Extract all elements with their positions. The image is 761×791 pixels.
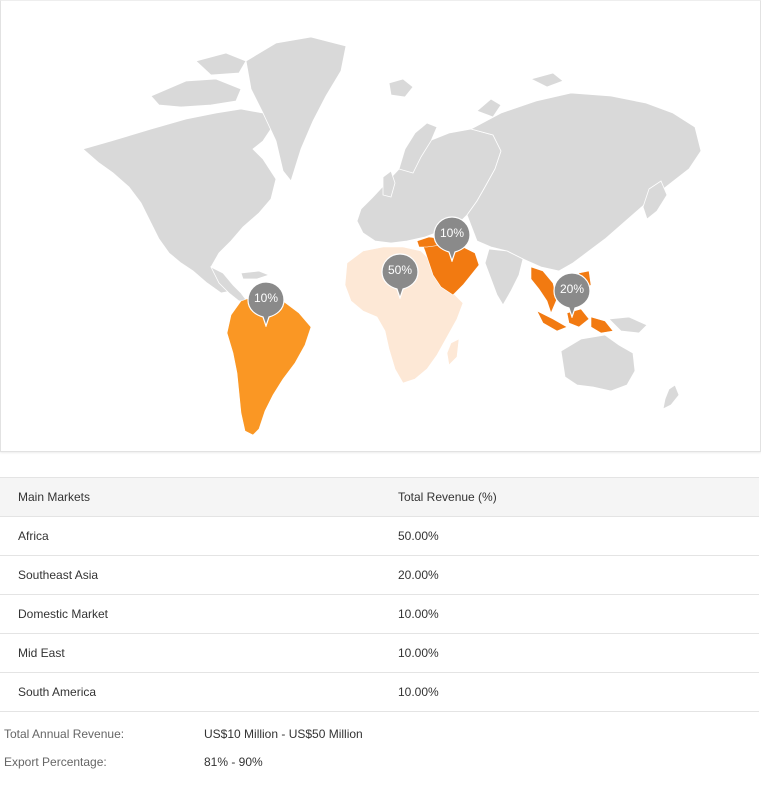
table-row: Domestic Market 10.00% bbox=[0, 594, 759, 634]
pin-label: 20% bbox=[559, 282, 585, 296]
table-row: South America 10.00% bbox=[0, 672, 759, 712]
table-row: Africa 50.00% bbox=[0, 516, 759, 556]
table-row: Southeast Asia 20.00% bbox=[0, 555, 759, 595]
column-header-total-revenue: Total Revenue (%) bbox=[380, 477, 759, 517]
export-percentage-value: 81% - 90% bbox=[204, 755, 263, 769]
revenue-cell: 50.00% bbox=[380, 516, 759, 556]
map-india bbox=[484, 248, 524, 306]
annual-revenue-value: US$10 Million - US$50 Million bbox=[204, 727, 363, 741]
revenue-cell: 20.00% bbox=[380, 555, 759, 595]
map-new-guinea bbox=[608, 316, 648, 334]
annual-revenue-label: Total Annual Revenue: bbox=[4, 727, 125, 741]
map-pin-south-america[interactable]: 10% bbox=[247, 281, 285, 327]
markets-table: Main Markets Total Revenue (%) Africa 50… bbox=[0, 477, 759, 712]
market-name-cell: Mid East bbox=[0, 633, 380, 673]
map-iceland bbox=[388, 78, 414, 98]
world-map bbox=[82, 36, 702, 436]
export-percentage-label: Export Percentage: bbox=[4, 755, 107, 769]
map-north-america bbox=[82, 108, 277, 294]
table-row: Mid East 10.00% bbox=[0, 633, 759, 673]
pin-label: 50% bbox=[387, 263, 413, 277]
map-pin-southeast-asia[interactable]: 20% bbox=[553, 272, 591, 318]
column-header-main-markets: Main Markets bbox=[0, 477, 380, 517]
map-caribbean bbox=[240, 270, 271, 280]
map-asia bbox=[466, 92, 702, 272]
revenue-cell: 10.00% bbox=[380, 633, 759, 673]
market-name-cell: Africa bbox=[0, 516, 380, 556]
market-name-cell: Domestic Market bbox=[0, 594, 380, 634]
map-madagascar bbox=[446, 338, 460, 366]
revenue-cell: 10.00% bbox=[380, 672, 759, 712]
map-australia bbox=[560, 334, 636, 392]
map-new-zealand bbox=[662, 384, 680, 410]
market-name-cell: Southeast Asia bbox=[0, 555, 380, 595]
map-pin-africa[interactable]: 50% bbox=[381, 253, 419, 299]
revenue-cell: 10.00% bbox=[380, 594, 759, 634]
market-name-cell: South America bbox=[0, 672, 380, 712]
pin-label: 10% bbox=[253, 291, 279, 305]
map-arctic-islands bbox=[150, 52, 247, 108]
pin-label: 10% bbox=[439, 226, 465, 240]
world-map-panel: 10% 50% 10% 20% bbox=[0, 0, 761, 452]
table-header-row: Main Markets Total Revenue (%) bbox=[0, 477, 759, 517]
map-pin-mid-east[interactable]: 10% bbox=[433, 216, 471, 262]
